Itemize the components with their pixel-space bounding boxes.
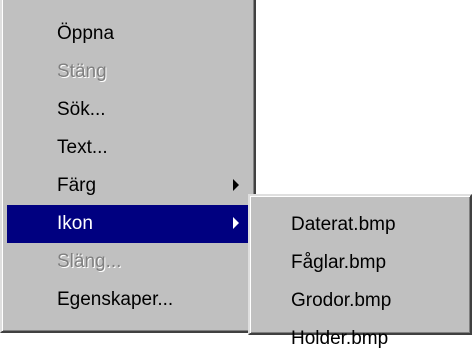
menu-item-label: Öppna	[57, 23, 115, 44]
menu-item-label: Släng...	[57, 251, 122, 272]
submenu-item-label: Daterat.bmp	[291, 214, 396, 235]
menu-item-sok[interactable]: Sök...	[7, 91, 249, 129]
menu-item-oppna[interactable]: Öppna	[7, 15, 249, 53]
menu-item-label: Sök...	[57, 99, 106, 120]
submenu-item-holder[interactable]: Holder.bmp	[255, 320, 465, 358]
submenu-item-label: Grodor.bmp	[291, 290, 392, 311]
context-menu: Öppna Stäng Sök... Text... Färg Ikon Slä…	[0, 0, 256, 333]
menu-item-egenskaper[interactable]: Egenskaper...	[7, 281, 249, 319]
menu-item-stang: Stäng	[7, 53, 249, 91]
menu-item-label: Ikon	[57, 213, 93, 234]
menu-item-farg[interactable]: Färg	[7, 167, 249, 205]
menu-item-text[interactable]: Text...	[7, 129, 249, 167]
chevron-right-icon	[233, 179, 239, 191]
ikon-submenu: Daterat.bmp Fåglar.bmp Grodor.bmp Holder…	[248, 194, 472, 349]
menu-item-label: Text...	[57, 137, 108, 158]
submenu-item-label: Fåglar.bmp	[291, 252, 387, 273]
submenu-item-faglar[interactable]: Fåglar.bmp	[255, 244, 465, 282]
chevron-right-icon	[233, 217, 239, 229]
submenu-item-label: Holder.bmp	[291, 328, 389, 349]
menu-item-slang: Släng...	[7, 243, 249, 281]
menu-item-label: Färg	[57, 175, 97, 196]
menu-item-label: Egenskaper...	[57, 289, 174, 310]
menu-item-ikon[interactable]: Ikon	[7, 205, 249, 243]
submenu-item-daterat[interactable]: Daterat.bmp	[255, 206, 465, 244]
submenu-item-grodor[interactable]: Grodor.bmp	[255, 282, 465, 320]
menu-item-label: Stäng	[57, 61, 107, 82]
